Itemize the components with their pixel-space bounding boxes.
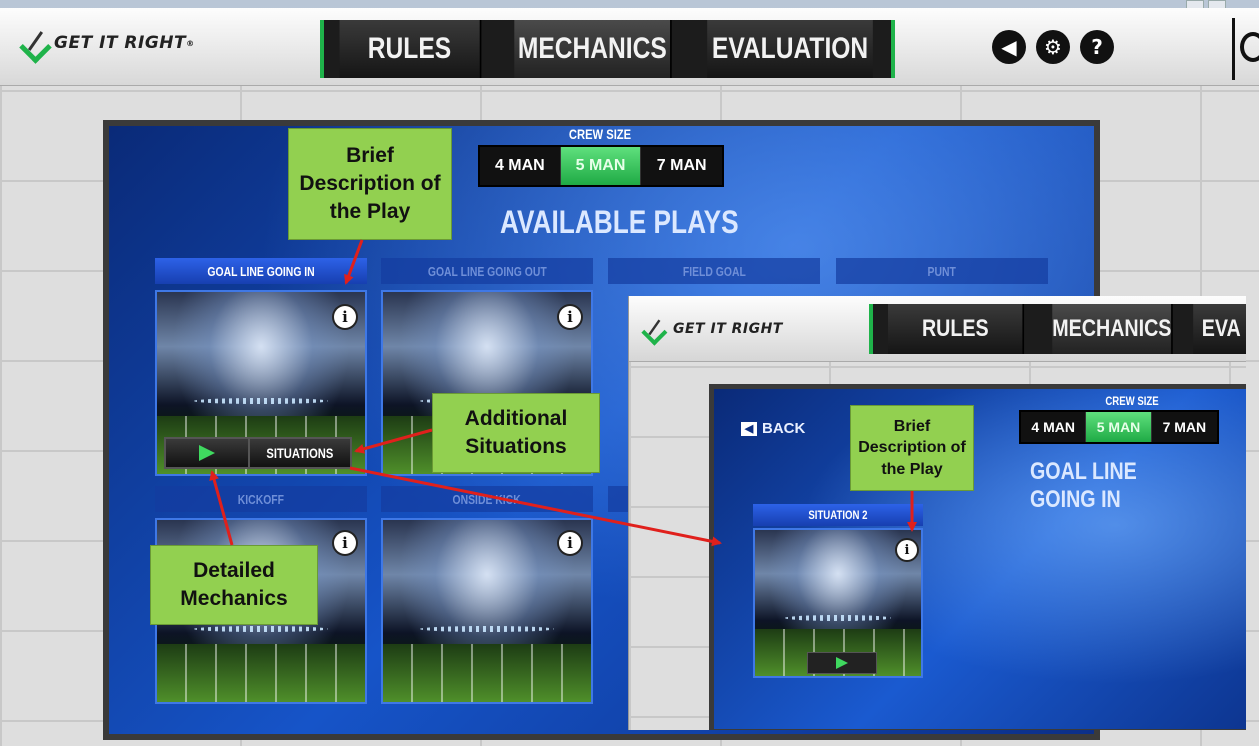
inset-logo-text: GET IT RIGHT [673,321,783,337]
gear-icon[interactable]: ⚙ [1036,30,1070,64]
category-label: KICKOFF [237,491,285,507]
stadium-lights [194,397,328,404]
inset-crew-size-label: CREW SIZE [1105,394,1159,408]
crew-option-4-man[interactable]: 4 MAN [480,147,561,185]
situations-button[interactable]: SITUATIONS [250,439,350,467]
category-label: PUNT [927,263,957,279]
play-button[interactable] [166,439,250,467]
help-icon[interactable]: ? [1080,30,1114,64]
play-controls: SITUATIONS [164,437,352,469]
crew-size-selector: 4 MAN 5 MAN 7 MAN [478,145,724,187]
stadium-lights [194,625,328,632]
inset-logo[interactable]: GET IT RIGHT [641,316,783,342]
main-nav: RULES MECHANICS EVALUATION [320,20,895,78]
power-icon[interactable] [1240,32,1259,62]
inset-nav: RULES MECHANICS EVA [869,304,1246,354]
crew-option-5-man[interactable]: 5 MAN [560,147,642,185]
category-goal-line-going-out[interactable]: GOAL LINE GOING OUT [381,258,593,284]
category-label: ONSIDE KICK [452,491,522,507]
inset-crew-option-7-man[interactable]: 7 MAN [1152,412,1217,442]
crew-size-label: CREW SIZE [568,126,632,142]
category-label: FIELD GOAL [682,263,746,279]
nav-mechanics[interactable]: MECHANICS [513,20,672,78]
header-divider [1232,18,1235,80]
crew-option-7-man[interactable]: 7 MAN [641,147,722,185]
inset-nav-mechanics[interactable]: MECHANICS [1052,304,1174,354]
inset-crew-option-5-man[interactable]: 5 MAN [1086,412,1152,442]
inset-crew-size-selector: 4 MAN 5 MAN 7 MAN [1019,410,1219,444]
annotation-brief-description: Brief Description of the Play [288,128,452,240]
inset-heading: GOAL LINE GOING IN [1030,458,1137,513]
inset-screenshot: GET IT RIGHT RULES MECHANICS EVA ◀ BACK … [628,296,1246,730]
window-title-strip [0,0,1259,8]
field-turf [157,643,365,702]
inset-info-icon[interactable]: i [897,540,917,560]
stadium-lights [784,614,892,621]
app-header: GET IT RIGHT ® RULES MECHANICS EVALUATIO… [0,8,1259,86]
speaker-icon[interactable]: ◀ [992,30,1026,64]
category-goal-line-going-in[interactable]: GOAL LINE GOING IN [155,258,367,284]
category-onside-kick[interactable]: ONSIDE KICK [381,486,593,512]
inset-nav-evaluation[interactable]: EVA [1192,304,1246,354]
available-plays-heading: AVAILABLE PLAYS [500,204,739,240]
nav-rules[interactable]: RULES [339,20,482,78]
inset-situation-header[interactable]: SITUATION 2 [753,504,923,526]
annotation-inset-brief-description: Brief Description of the Play [850,405,974,491]
annotation-detailed-mechanics: Detailed Mechanics [150,545,318,625]
info-icon[interactable]: i [334,532,356,554]
play-icon [836,657,848,669]
logo-registered-mark: ® [186,38,195,48]
app-logo[interactable]: GET IT RIGHT ® [22,30,195,56]
category-partial [608,486,628,512]
category-kickoff[interactable]: KICKOFF [155,486,367,512]
field-turf [383,643,591,702]
situations-label: SITUATIONS [266,445,334,461]
annotation-additional-situations: Additional Situations [432,393,600,473]
info-icon[interactable]: i [559,306,581,328]
info-icon[interactable]: i [334,306,356,328]
category-punt[interactable]: PUNT [836,258,1048,284]
stadium-lights [420,625,554,632]
inset-nav-rules[interactable]: RULES [887,304,1025,354]
category-field-goal[interactable]: FIELD GOAL [608,258,820,284]
back-label: BACK [762,420,806,437]
checkmark-logo-icon [22,30,48,56]
nav-evaluation[interactable]: EVALUATION [707,20,873,78]
back-button[interactable]: ◀ BACK [741,420,805,437]
inset-header: GET IT RIGHT RULES MECHANICS EVA [629,296,1246,362]
inset-crew-option-4-man[interactable]: 4 MAN [1021,412,1087,442]
info-icon[interactable]: i [559,532,581,554]
category-label: GOAL LINE GOING IN [207,263,315,279]
play-icon [199,445,215,461]
situation-label: SITUATION 2 [808,508,868,522]
inset-play-button[interactable] [807,652,877,674]
checkmark-logo-icon [644,319,665,340]
logo-text: GET IT RIGHT [54,33,187,53]
category-label: GOAL LINE GOING OUT [427,263,547,279]
back-arrow-icon: ◀ [741,421,757,436]
